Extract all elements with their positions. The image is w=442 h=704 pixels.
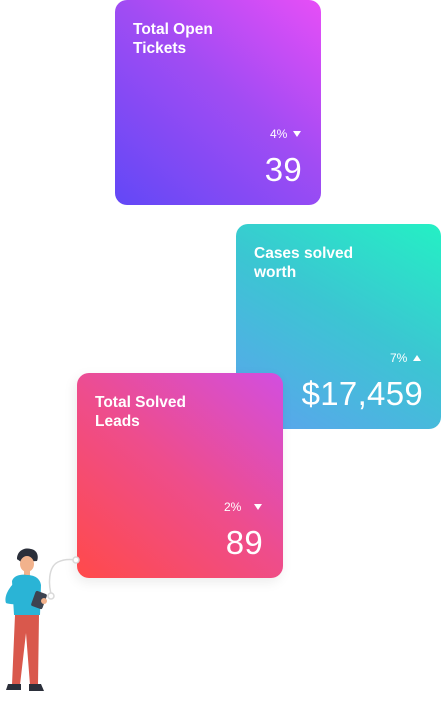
- card-value: 39: [264, 151, 302, 188]
- triangle-up-icon: [413, 355, 422, 361]
- triangle-down-icon: [254, 504, 263, 510]
- card-title: Total Open Tickets: [133, 21, 213, 57]
- card-value: 89: [225, 524, 263, 561]
- person-illustration: [5, 548, 80, 691]
- total-open-tickets-card[interactable]: Total Open Tickets 4% 39: [115, 0, 321, 205]
- card-title: Cases solved worth: [254, 245, 354, 281]
- change-indicator: 7%: [390, 351, 422, 365]
- change-indicator: 2%: [224, 500, 263, 514]
- change-indicator: 4%: [270, 127, 302, 141]
- card-value: $17,459: [301, 375, 423, 412]
- triangle-down-icon: [293, 131, 302, 137]
- change-percent: 7%: [390, 351, 408, 365]
- change-percent: 4%: [270, 127, 288, 141]
- card-title: Total Solved Leads: [95, 394, 187, 430]
- total-solved-leads-card[interactable]: Total Solved Leads 2% 89: [77, 373, 283, 578]
- change-percent: 2%: [224, 500, 242, 514]
